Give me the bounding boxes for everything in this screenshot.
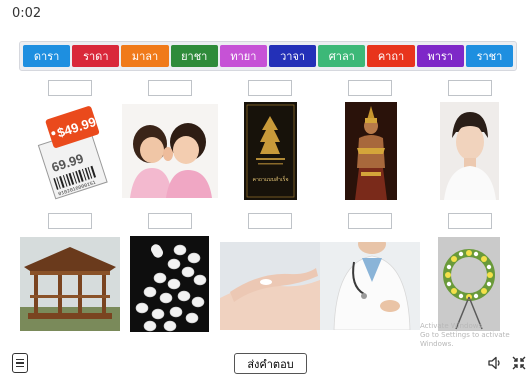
word-chip-thaya[interactable]: ทายา: [219, 45, 268, 67]
word-bank: ดารา ราดา มาลา ยาชา ทายา วาจา ศาลา คาถา …: [19, 41, 517, 71]
svg-text:คาถาแบบสำเร็จ: คาถาแบบสำเร็จ: [252, 175, 288, 183]
word-chip-khatha[interactable]: คาถา: [367, 45, 415, 67]
watermark-line-2: Go to Settings to activate Windows.: [420, 331, 510, 348]
price-tag-image: 69.99 0102016000151 $49.99: [30, 102, 110, 200]
speaker-icon[interactable]: [487, 355, 503, 371]
activation-watermark: Activate Windows Go to Settings to activ…: [420, 322, 531, 349]
young-man-portrait-image: [440, 102, 499, 200]
word-chip-racha[interactable]: ราชา: [465, 45, 514, 67]
answer-slot-8[interactable]: [248, 213, 292, 229]
timer: 0:02: [12, 6, 42, 21]
answer-slot-4[interactable]: [348, 80, 392, 96]
word-chip-sala[interactable]: ศาลา: [318, 45, 366, 67]
word-chip-dara[interactable]: ดารา: [23, 45, 71, 67]
watermark-line-1: Activate Windows: [420, 322, 483, 330]
girls-whispering-image: [122, 104, 218, 198]
answer-slot-7[interactable]: [148, 213, 192, 229]
word-chip-wacha[interactable]: วาจา: [269, 45, 317, 67]
mantra-book-image: คาถาแบบสำเร็จ: [244, 102, 297, 200]
answer-slot-6[interactable]: [48, 213, 92, 229]
word-chip-yacha[interactable]: ยาชา: [170, 45, 218, 67]
word-chip-mala[interactable]: มาลา: [121, 45, 169, 67]
doctor-image: [320, 242, 420, 330]
thai-dancer-image: [345, 102, 397, 200]
answer-slot-1[interactable]: [48, 80, 92, 96]
thai-pavilion-image: [20, 237, 120, 331]
answer-slot-10[interactable]: [448, 213, 492, 229]
answer-slot-5[interactable]: [448, 80, 492, 96]
menu-icon[interactable]: [12, 353, 28, 373]
pills-image: [130, 236, 209, 332]
lotion-hands-image: [220, 242, 320, 330]
answer-slot-9[interactable]: [348, 213, 392, 229]
submit-answer-button[interactable]: ส่งคำตอบ: [234, 353, 307, 374]
word-chip-rada[interactable]: ราดา: [72, 45, 120, 67]
answer-slot-3[interactable]: [248, 80, 292, 96]
collapse-fullscreen-icon[interactable]: [511, 355, 527, 371]
flower-wreath-image: [438, 237, 500, 331]
answer-slot-2[interactable]: [148, 80, 192, 96]
word-chip-phara[interactable]: พารา: [416, 45, 464, 67]
